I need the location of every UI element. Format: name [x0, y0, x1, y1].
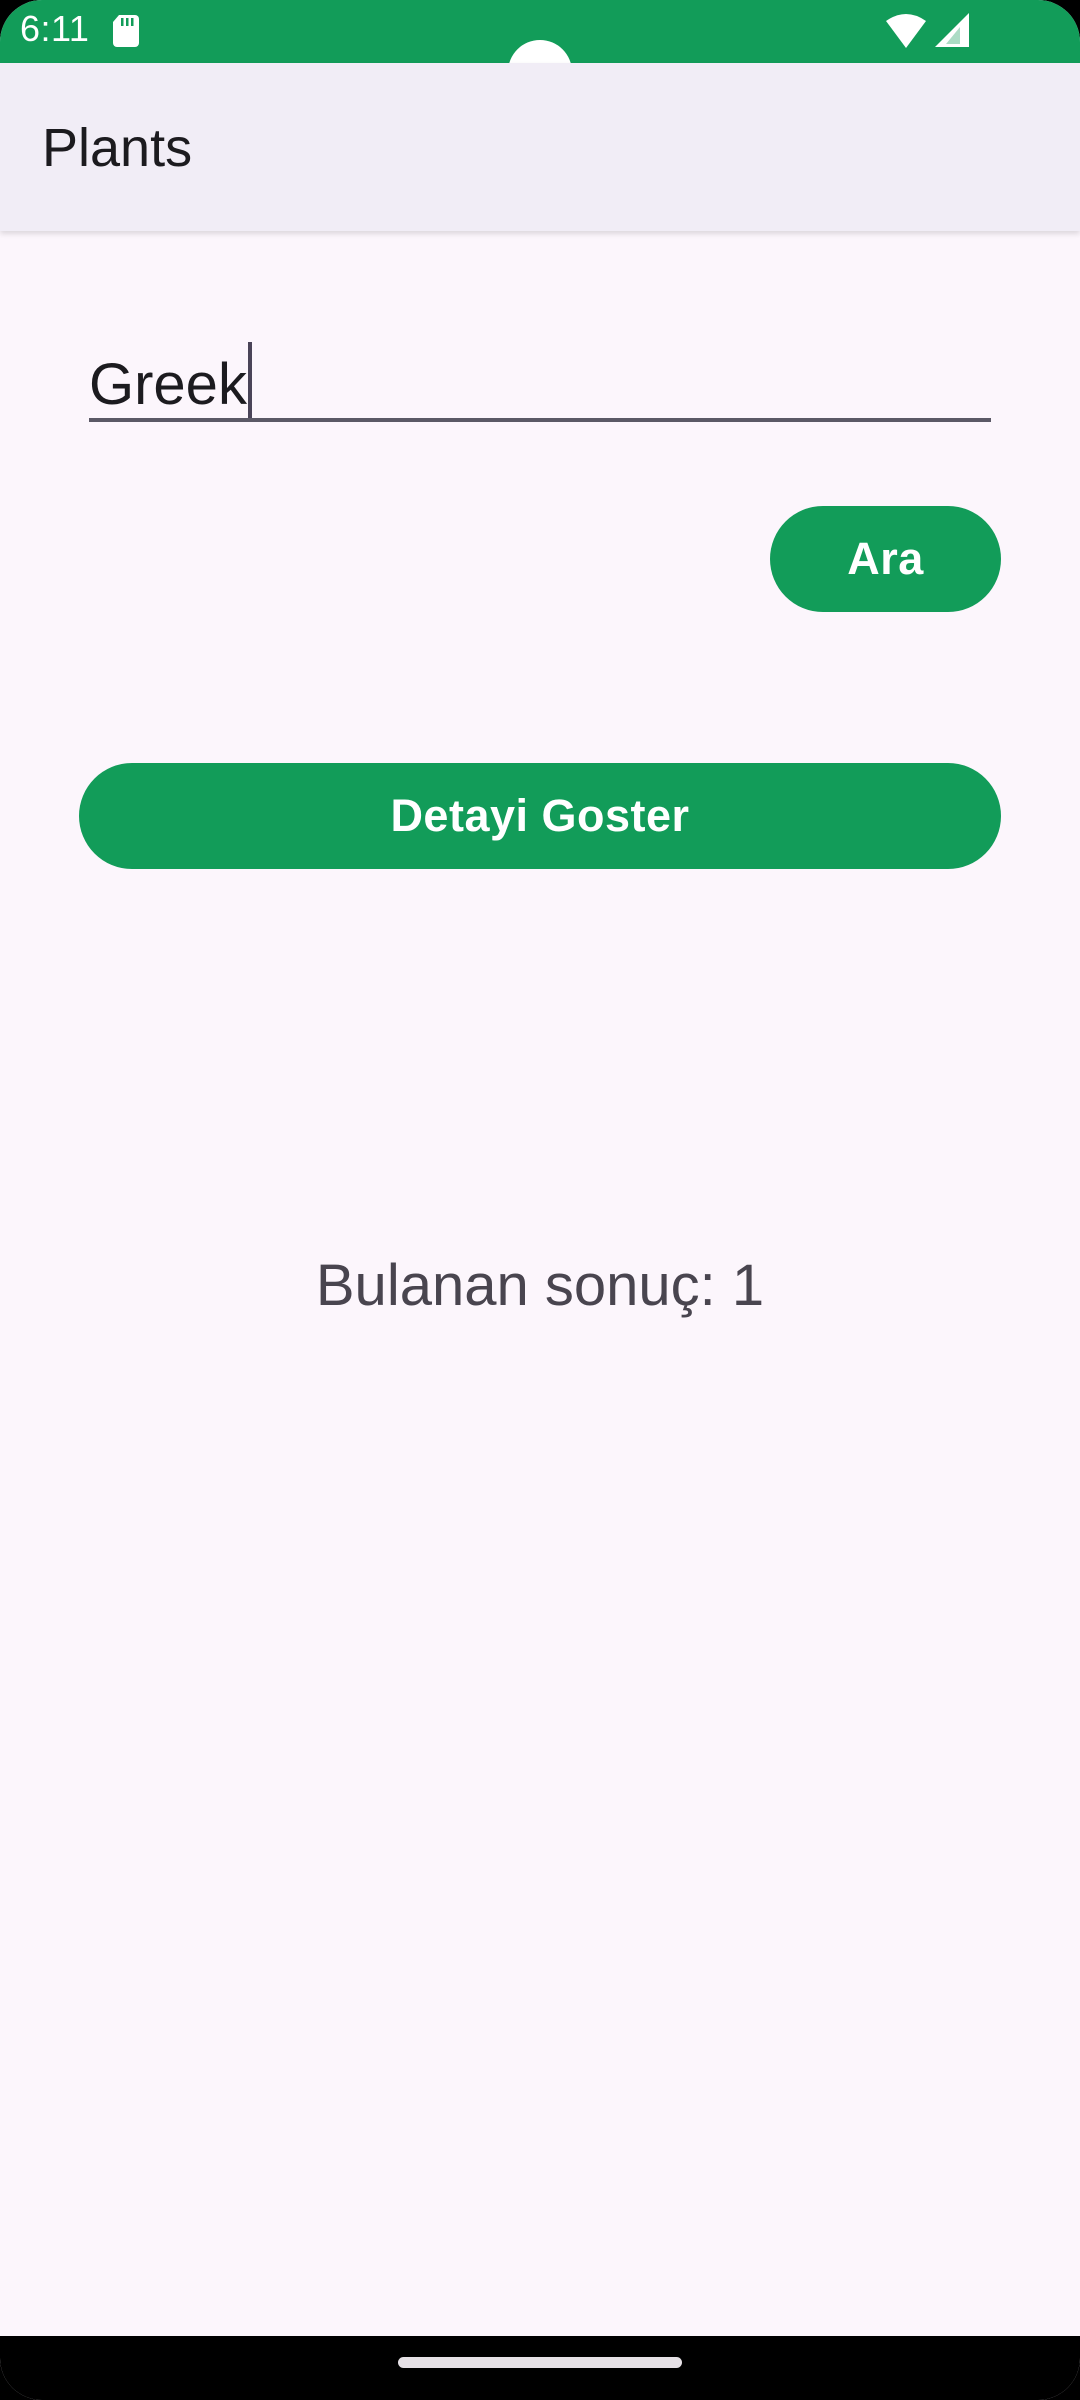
wifi-icon	[886, 14, 926, 48]
text-cursor	[247, 342, 252, 418]
search-input[interactable]: Greek	[89, 320, 991, 422]
result-count-text: Bulanan sonuç: 1	[315, 1253, 765, 1318]
search-input-value: Greek	[89, 342, 252, 418]
status-bar: 6:11	[0, 0, 1080, 104]
navigation-bar	[0, 2336, 1080, 2400]
page-title: Plants	[42, 118, 193, 178]
search-input-text: Greek	[89, 352, 247, 417]
search-button[interactable]: Ara	[770, 506, 1001, 612]
sd-card-icon	[113, 15, 139, 47]
home-indicator[interactable]	[398, 2357, 682, 2368]
app-bar: Plants	[0, 63, 1080, 231]
show-detail-button[interactable]: Detayi Goster	[79, 763, 1001, 869]
search-input-underline	[89, 418, 991, 422]
cell-signal-icon	[935, 13, 969, 47]
status-time: 6:11	[20, 8, 90, 49]
screen: 6:11 Plants Greek Ara Detayi Goster Bula…	[0, 0, 1080, 2400]
